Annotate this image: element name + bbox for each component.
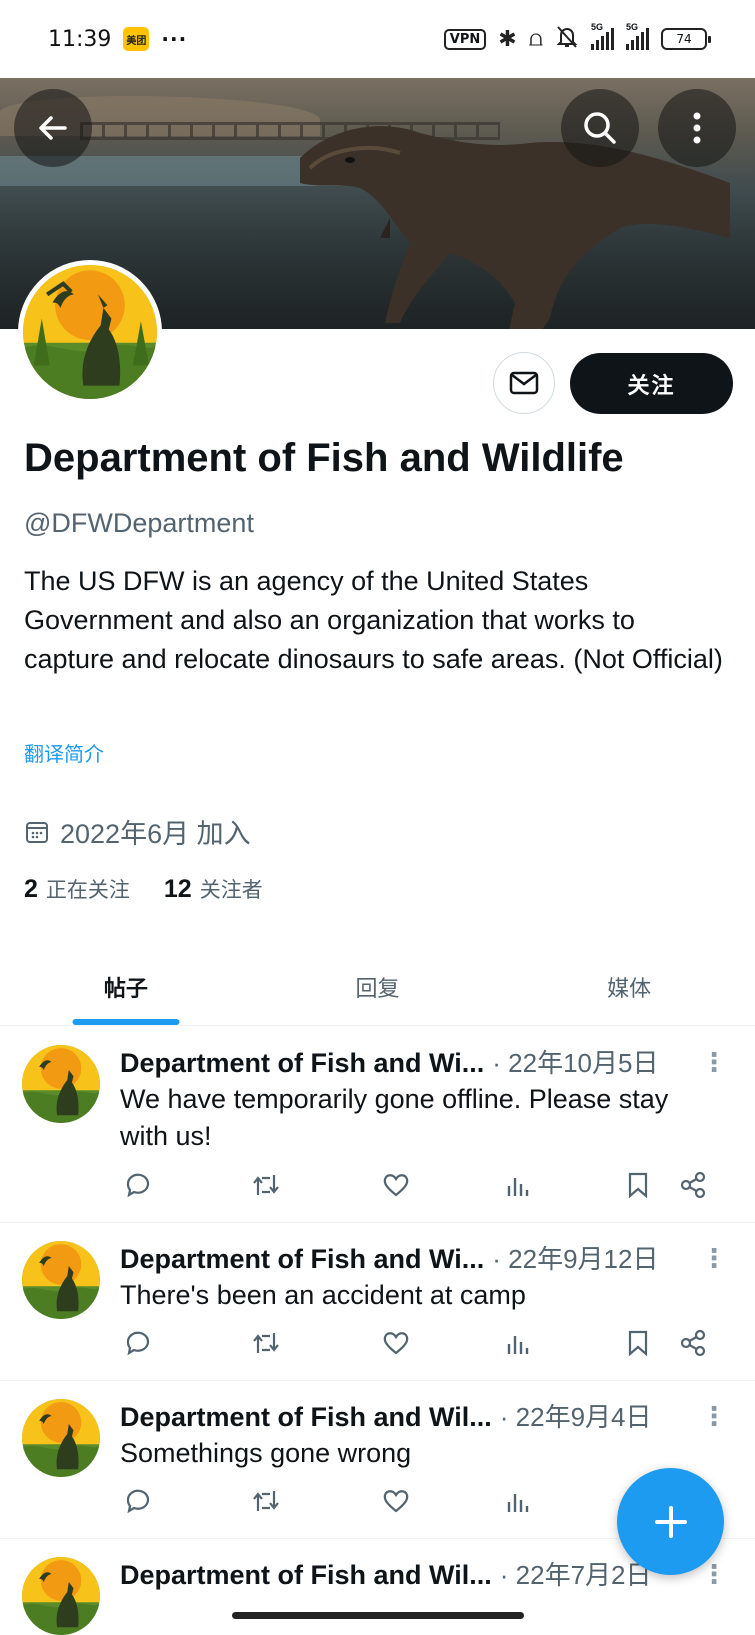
- post-actions: [120, 1325, 725, 1365]
- following-stat[interactable]: 2 正在关注: [24, 874, 130, 904]
- post-date[interactable]: · 22年10月5日: [492, 1043, 658, 1080]
- bookmark-icon[interactable]: [620, 1325, 656, 1361]
- post-author[interactable]: Department of Fish and Wi...: [120, 1244, 484, 1275]
- post-more-icon[interactable]: ⋮: [701, 1049, 727, 1075]
- more-notifications-icon: ···: [161, 27, 188, 51]
- post-text: Somethings gone wrong: [120, 1438, 412, 1468]
- display-name: Department of Fish and Wildlife: [24, 436, 624, 480]
- post-author[interactable]: Department of Fish and Wil...: [120, 1560, 492, 1591]
- views-icon[interactable]: [500, 1167, 536, 1203]
- tab-media[interactable]: 媒体: [503, 948, 755, 1025]
- post-avatar[interactable]: [22, 1045, 100, 1123]
- share-icon[interactable]: [675, 1325, 711, 1361]
- post-more-icon[interactable]: ⋮: [701, 1245, 727, 1271]
- more-vertical-icon: [693, 112, 701, 144]
- followers-stat[interactable]: 12 关注者: [164, 874, 263, 904]
- post-avatar[interactable]: [22, 1557, 100, 1635]
- post-more-icon[interactable]: ⋮: [701, 1561, 727, 1587]
- post-text: We have temporarily gone offline. Please…: [120, 1084, 669, 1151]
- post-date[interactable]: · 22年9月12日: [492, 1239, 658, 1276]
- post-actions: [120, 1167, 725, 1207]
- arrow-left-icon: [39, 116, 67, 140]
- home-indicator[interactable]: [232, 1612, 524, 1619]
- bookmark-icon[interactable]: [620, 1167, 656, 1203]
- repost-icon[interactable]: [248, 1483, 284, 1519]
- signal-5g-icon-2: 5G: [626, 22, 649, 50]
- wolf-logo-icon: [22, 1399, 100, 1477]
- message-button[interactable]: [493, 352, 555, 414]
- like-icon[interactable]: [378, 1483, 414, 1519]
- following-count: 2: [24, 875, 38, 903]
- repost-icon[interactable]: [248, 1325, 284, 1361]
- status-time: 11:39: [48, 26, 112, 52]
- reply-icon[interactable]: [120, 1325, 156, 1361]
- post-author[interactable]: Department of Fish and Wil...: [120, 1402, 492, 1433]
- like-icon[interactable]: [378, 1167, 414, 1203]
- post-more-icon[interactable]: ⋮: [701, 1403, 727, 1429]
- signal-5g-icon: 5G: [591, 22, 614, 50]
- post-item[interactable]: Department of Fish and Wi... · 22年10月5日 …: [0, 1027, 755, 1223]
- search-icon: [584, 112, 616, 144]
- reply-icon[interactable]: [120, 1483, 156, 1519]
- profile-avatar[interactable]: [18, 260, 162, 404]
- follow-button[interactable]: 关注: [570, 353, 733, 414]
- post-header: Department of Fish and Wil... · 22年9月4日: [120, 1397, 652, 1434]
- envelope-icon: [509, 371, 539, 395]
- plus-icon: [654, 1505, 687, 1538]
- back-button[interactable]: [14, 89, 92, 167]
- compose-button[interactable]: [617, 1468, 724, 1575]
- reply-icon[interactable]: [120, 1167, 156, 1203]
- views-icon[interactable]: [500, 1325, 536, 1361]
- post-date[interactable]: · 22年9月4日: [500, 1397, 652, 1434]
- post-avatar[interactable]: [22, 1241, 100, 1319]
- post-avatar[interactable]: [22, 1399, 100, 1477]
- profile-handle: @DFWDepartment: [24, 508, 254, 538]
- wolf-logo-icon: [22, 1557, 100, 1635]
- wolf-logo-icon: [22, 1241, 100, 1319]
- profile-tabs: 帖子 回复 媒体: [0, 948, 755, 1026]
- post-header: Department of Fish and Wi... · 22年9月12日: [120, 1239, 658, 1276]
- status-left: 11:39 美团 ···: [48, 27, 187, 52]
- tab-posts[interactable]: 帖子: [0, 948, 252, 1025]
- post-header: Department of Fish and Wil... · 22年7月2日: [120, 1555, 652, 1592]
- vpn-icon: VPN: [443, 28, 487, 50]
- earbuds-icon: ⩍: [528, 26, 543, 52]
- meituan-notification-icon: 美团: [123, 27, 150, 51]
- post-header: Department of Fish and Wi... · 22年10月5日: [120, 1043, 658, 1080]
- repost-icon[interactable]: [248, 1167, 284, 1203]
- followers-count: 12: [163, 875, 192, 903]
- joined-date-text: 2022年6月 加入: [60, 819, 251, 849]
- following-label: 正在关注: [45, 878, 130, 902]
- follow-stats: 2 正在关注 12 关注者: [24, 874, 263, 904]
- share-icon[interactable]: [675, 1167, 711, 1203]
- translate-bio-link[interactable]: 翻译简介: [24, 738, 104, 767]
- battery-icon: 74: [661, 28, 711, 50]
- like-icon[interactable]: [378, 1325, 414, 1361]
- calendar-icon: [26, 821, 48, 843]
- status-bar: 11:39 美团 ··· VPN ✱ ⩍ 5G 5G 74: [0, 0, 755, 78]
- post-text: There's been an accident at camp: [120, 1280, 526, 1310]
- post-author[interactable]: Department of Fish and Wi...: [120, 1048, 484, 1079]
- search-button[interactable]: [561, 89, 639, 167]
- tab-replies[interactable]: 回复: [252, 948, 504, 1025]
- bluetooth-icon: ✱: [498, 26, 517, 52]
- views-icon[interactable]: [500, 1483, 536, 1519]
- post-date[interactable]: · 22年7月2日: [500, 1555, 652, 1592]
- followers-label: 关注者: [199, 878, 263, 902]
- joined-date: 2022年6月 加入: [24, 812, 251, 851]
- profile-bio: The US DFW is an agency of the United St…: [24, 566, 723, 674]
- mute-bell-icon: [555, 24, 579, 55]
- post-item[interactable]: Department of Fish and Wi... · 22年9月12日 …: [0, 1223, 755, 1381]
- wolf-logo-icon: [23, 265, 157, 399]
- wolf-logo-icon: [22, 1045, 100, 1123]
- more-options-button[interactable]: [658, 89, 736, 167]
- status-right: VPN ✱ ⩍ 5G 5G 74: [443, 22, 711, 55]
